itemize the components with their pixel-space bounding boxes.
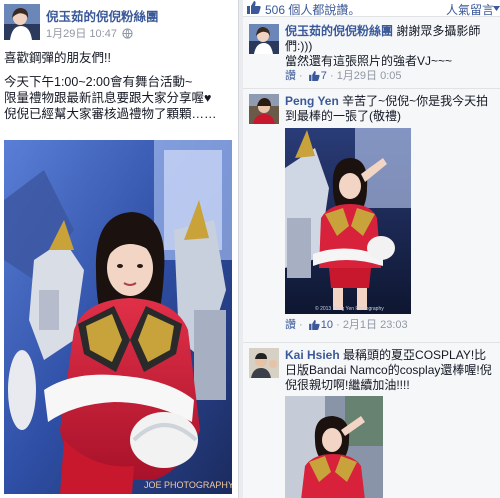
post-text-gap bbox=[4, 66, 236, 74]
like-thumb-icon bbox=[247, 1, 261, 14]
comment-photo[interactable] bbox=[285, 396, 383, 498]
commenter-name-link[interactable]: Peng Yen bbox=[285, 94, 339, 108]
comment-item: 倪玉茹的倪倪粉絲團 謝謝眾多攝影師 們:))) 當然還有這張照片的強者VJ~~~… bbox=[243, 22, 500, 88]
post-text-line: 今天下午1:00~2:00會有舞台活動~ bbox=[4, 75, 193, 89]
comment-timestamp[interactable]: 1月29日 0:05 bbox=[337, 70, 402, 82]
photo-watermark: © 2013 Peng Yen Photography bbox=[315, 305, 384, 312]
comment-like-count[interactable]: 7 bbox=[321, 70, 327, 82]
comment-like-count[interactable]: 10 bbox=[321, 319, 333, 331]
commenter-avatar[interactable] bbox=[249, 94, 279, 124]
page-avatar[interactable] bbox=[4, 4, 40, 40]
comment-divider bbox=[243, 88, 500, 89]
commenter-avatar[interactable] bbox=[249, 348, 279, 378]
like-thumb-icon bbox=[308, 71, 320, 81]
comment-item: Kai Hsieh 最稱頭的夏亞COSPLAY!比 日版Bandai Namco… bbox=[243, 346, 500, 498]
comment-body: Peng Yen 辛苦了~倪倪~你是我今天拍 到最棒的一張了(敬禮) bbox=[285, 94, 495, 124]
post-message: 喜歡鋼彈的朋友們!! 今天下午1:00~2:00會有舞台活動~ 限量禮物跟最新訊… bbox=[4, 50, 236, 122]
sort-comments-dropdown[interactable]: 人氣留言 bbox=[446, 1, 494, 18]
post-text-line: 限量禮物跟最新訊息要跟大家分享喔♥ bbox=[4, 91, 212, 105]
photo-watermark: JOE PHOTOGRAPHY bbox=[144, 480, 232, 490]
comment-text-line: 到最棒的一張了(敬禮) bbox=[285, 109, 401, 123]
commenter-name-link[interactable]: 倪玉茹的倪倪粉絲團 bbox=[285, 24, 393, 38]
globe-icon bbox=[122, 28, 133, 39]
comment-divider bbox=[243, 342, 500, 343]
commenter-avatar[interactable] bbox=[249, 24, 279, 54]
page-name-link[interactable]: 倪玉茹的倪倪粉絲團 bbox=[46, 6, 159, 25]
comment-meta: 讚 · 7 · 1月29日 0:05 bbox=[285, 70, 402, 82]
comments-panel: 506 個人都說讚。 人氣留言 倪玉茹的倪倪粉絲團 謝謝眾多攝影師 們:))) … bbox=[243, 0, 500, 498]
chevron-down-icon[interactable] bbox=[493, 6, 500, 11]
comment-like-button[interactable]: 讚 bbox=[285, 319, 296, 331]
timestamp-text[interactable]: 1月29日 10:47 bbox=[46, 28, 117, 40]
comment-text-line: 倪很親切啊!繼續加油!!!! bbox=[285, 378, 410, 392]
post-text-line: 喜歡鋼彈的朋友們!! bbox=[4, 51, 111, 65]
post-card: 倪玉茹的倪倪粉絲團 1月29日 10:47 喜歡鋼彈的朋友們!! 今天下午1:0… bbox=[0, 0, 239, 498]
post-text-line: 倪倪已經幫大家審核過禮物了顆顆…… bbox=[4, 107, 217, 121]
post-timestamp[interactable]: 1月29日 10:47 bbox=[46, 25, 133, 41]
comment-body: Kai Hsieh 最稱頭的夏亞COSPLAY!比 日版Bandai Namco… bbox=[285, 348, 495, 393]
comment-body: 倪玉茹的倪倪粉絲團 謝謝眾多攝影師 們:))) 當然還有這張照片的強者VJ~~~… bbox=[285, 24, 495, 84]
comment-like-button[interactable]: 讚 bbox=[285, 70, 296, 82]
like-thumb-icon bbox=[308, 320, 320, 330]
like-count-link[interactable]: 506 個人都說讚。 bbox=[265, 1, 360, 18]
comment-timestamp[interactable]: 2月1日 23:03 bbox=[343, 319, 408, 331]
likes-bar: 506 個人都說讚。 人氣留言 bbox=[243, 0, 500, 17]
comment-text-line: 日版Bandai Namco的cosplay還棒喔!倪 bbox=[285, 363, 492, 377]
comment-text-line: 當然還有這張照片的強者VJ~~~ bbox=[285, 54, 453, 68]
comment-item: Peng Yen 辛苦了~倪倪~你是我今天拍 到最棒的一張了(敬禮) © 201… bbox=[243, 92, 500, 342]
comment-meta: 讚 · 10 · 2月1日 23:03 bbox=[285, 319, 408, 331]
commenter-name-link[interactable]: Kai Hsieh bbox=[285, 348, 340, 362]
comment-text-line: 辛苦了~倪倪~你是我今天拍 bbox=[342, 94, 489, 108]
comment-text-line: 最稱頭的夏亞COSPLAY!比 bbox=[343, 348, 487, 362]
comment-text-line: 們:))) bbox=[285, 39, 313, 53]
post-photo[interactable]: JOE PHOTOGRAPHY bbox=[4, 140, 232, 494]
comment-text-line: 謝謝眾多攝影師 bbox=[396, 24, 481, 38]
comment-photo[interactable]: © 2013 Peng Yen Photography bbox=[285, 128, 411, 314]
